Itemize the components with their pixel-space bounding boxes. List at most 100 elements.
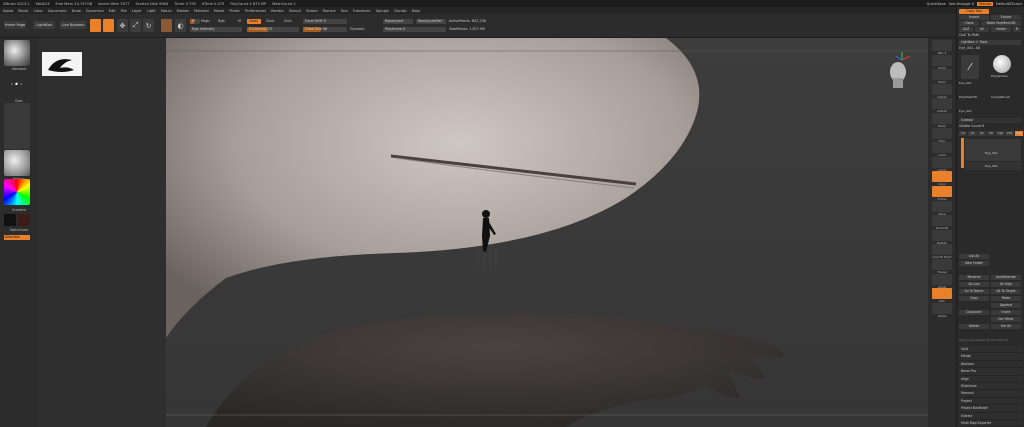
list-all-button[interactable]: List All (959, 254, 989, 259)
submenu-distribute[interactable]: Distribute (959, 382, 1023, 391)
subtool-item-2[interactable]: Eye_001 (965, 162, 1021, 170)
default-zscript-button[interactable]: DefaultZScript (996, 2, 1022, 6)
submenu-multi-map-exporter[interactable]: Multi Map Exporter (959, 419, 1023, 427)
shelf-rotate-button[interactable] (932, 229, 952, 241)
visibility-v64-button[interactable]: V64 (1014, 131, 1023, 136)
menu-file[interactable]: File (121, 9, 127, 13)
stroke-picker[interactable]: ·•· (4, 71, 30, 97)
draw-size-slider[interactable]: Draw Size 68 (303, 27, 347, 32)
shelf-scroll-button[interactable] (932, 54, 952, 66)
quicksave-button[interactable]: QuickSave (927, 2, 946, 6)
menu-tool[interactable]: Tool (341, 9, 348, 13)
shelf-zoom3d-button[interactable] (932, 215, 952, 227)
rgb-toggle[interactable]: ◐ (175, 19, 186, 32)
menu-zscript[interactable]: Zscript (394, 9, 406, 13)
menu-preferences[interactable]: Preferences (245, 9, 266, 13)
menu-material[interactable]: Material (194, 9, 209, 13)
mrgb-button[interactable]: M (190, 19, 200, 24)
submenu-align[interactable]: Align (959, 375, 1023, 383)
rgb-intensity-slider[interactable]: Rgb Intensity (190, 27, 242, 32)
submenu-project-basrelief[interactable]: Project BasRelief (959, 405, 1023, 413)
goz-button[interactable]: GoZ (959, 27, 973, 32)
material-swatch[interactable] (161, 19, 172, 32)
menus-button[interactable]: Menus (977, 1, 993, 6)
clone-button[interactable]: Clone (959, 21, 979, 26)
append-button[interactable]: Append (991, 303, 1021, 308)
material-picker[interactable] (4, 150, 30, 176)
rotate-mode-button[interactable]: ↻ (143, 19, 154, 32)
main-color-swatch[interactable] (4, 214, 16, 226)
tool-thumb-polysphere[interactable] (993, 55, 1011, 73)
polyframe-slider[interactable]: Polyframe 0 (383, 27, 446, 32)
shelf-floor-button[interactable] (932, 127, 952, 139)
live-boolean-button[interactable]: Live Boolean (60, 21, 86, 29)
auto-reorder-button[interactable]: AutoReorder (991, 275, 1021, 280)
zcut-button[interactable]: Zcut (284, 19, 292, 23)
menu-macro[interactable]: Macro (161, 9, 172, 13)
shelf-gxyz-button[interactable] (932, 171, 952, 183)
goz-visible-button[interactable]: Visible (991, 27, 1011, 32)
shelf-aahalf-button[interactable] (932, 98, 952, 110)
goz-path-button[interactable]: GoZ To Path (959, 33, 1023, 38)
export-button[interactable]: Export (991, 15, 1021, 20)
color-picker[interactable] (4, 179, 30, 205)
tool-item-polysphere[interactable]: PolySphere (991, 74, 1023, 79)
edit-mode-button[interactable] (90, 19, 101, 32)
visibility-v32-button[interactable]: V32 (1005, 131, 1014, 136)
make-polymesh-button[interactable]: Make PolyMesh3D (981, 21, 1021, 26)
current-tool-slider[interactable]: Eye_001. 48 (959, 46, 1023, 51)
shelf-move-button[interactable] (932, 200, 952, 212)
submenu-boolean[interactable]: Boolean (959, 360, 1023, 369)
lightbox-button[interactable]: LightBox (33, 21, 55, 29)
mrgb-label[interactable]: Mrgb (201, 19, 210, 23)
submenu-split[interactable]: Split (959, 346, 1023, 354)
menu-edit[interactable]: Edit (109, 9, 116, 13)
copy-button[interactable]: Copy (959, 296, 989, 301)
shelf-zoom-button[interactable] (932, 69, 952, 81)
zadd-button[interactable]: Zadd (247, 19, 261, 24)
shelf-transp-button[interactable] (932, 259, 952, 270)
del-other-button[interactable]: Del Other (991, 317, 1021, 322)
submenu-project[interactable]: Project (959, 397, 1023, 406)
z-intensity-slider[interactable]: Z Intensity 25 (247, 27, 299, 32)
see-through-slider[interactable]: See-through 0 (949, 2, 975, 6)
del-all-button[interactable]: Del All (991, 324, 1021, 329)
draw-mode-button[interactable] (103, 19, 114, 32)
menu-alpha[interactable]: Alpha (3, 9, 13, 13)
visibility-v16-button[interactable]: V16 (996, 131, 1005, 136)
menu-draw[interactable]: Draw (72, 9, 81, 13)
rename-button[interactable]: Rename (959, 275, 989, 280)
all-low-button[interactable]: All Low (959, 282, 989, 287)
brush-picker[interactable] (4, 40, 30, 66)
shelf-frame-button[interactable] (932, 186, 952, 197)
copy-tool-header[interactable]: Copy Tool (959, 9, 989, 14)
menu-transform[interactable]: Transform (353, 9, 371, 13)
menu-document[interactable]: Document (48, 9, 67, 13)
viewport-canvas[interactable] (166, 38, 928, 427)
menu-zplugin[interactable]: Zplugin (376, 9, 390, 13)
move-mode-button[interactable]: ✥ (117, 19, 128, 32)
replay-last-button[interactable]: ReplayLast (383, 19, 413, 24)
alpha-thumbnail[interactable] (42, 52, 82, 76)
import-button[interactable]: Import (959, 15, 989, 20)
shelf-solo-button[interactable] (932, 288, 952, 300)
all-to-target-button[interactable]: All To Target (991, 289, 1021, 294)
menu-color[interactable]: Color (34, 9, 43, 13)
paste-button[interactable]: Paste (991, 296, 1021, 301)
dynamic-toggle[interactable]: Dynamic (350, 27, 365, 31)
lightbox-tools-button[interactable]: Lightbox > Tools (959, 40, 1021, 45)
menu-light[interactable]: Light (147, 9, 156, 13)
submenu-bevel-pro[interactable]: Bevel Pro (959, 368, 1023, 376)
menu-stencil[interactable]: Stencil (289, 9, 301, 13)
delete-button[interactable]: Delete (959, 324, 989, 329)
insert-button[interactable]: Insert (991, 310, 1021, 315)
zsub-button[interactable]: Zsub (266, 19, 274, 23)
replay-last-rel-button[interactable]: ReplayLastRel (416, 19, 446, 24)
new-folder-button[interactable]: New Folder (959, 261, 989, 266)
switch-color-button[interactable]: SwitchColor (0, 228, 38, 232)
submenu-extract[interactable]: Extract (959, 412, 1023, 420)
focal-shift-slider[interactable]: Focal Shift 0 (303, 19, 347, 24)
alternate-button[interactable]: Alternate (4, 235, 30, 240)
visible-count-slider[interactable]: Visible Count 8 (959, 124, 1023, 129)
menu-layer[interactable]: Layer (132, 9, 142, 13)
